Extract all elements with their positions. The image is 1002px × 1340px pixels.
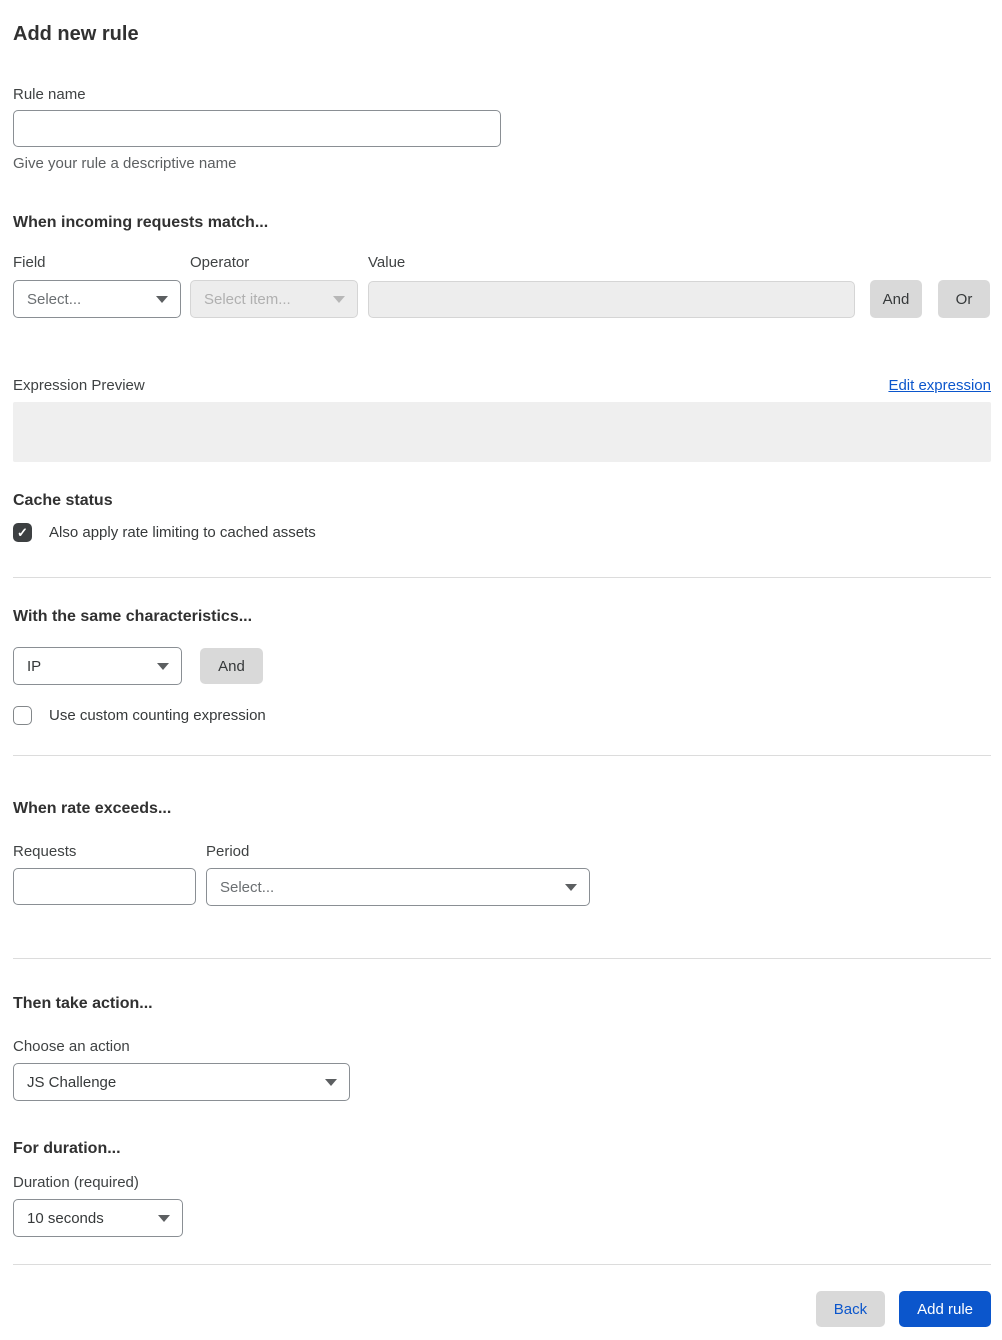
chevron-down-icon [156, 295, 168, 303]
characteristics-and-button[interactable]: And [200, 648, 263, 684]
value-input [368, 280, 855, 318]
section-divider [13, 577, 991, 578]
action-heading: Then take action... [13, 995, 153, 1012]
period-select[interactable]: Select... [206, 868, 590, 906]
characteristics-heading: With the same characteristics... [13, 608, 253, 625]
rate-heading: When rate exceeds... [13, 800, 172, 817]
field-select[interactable]: Select... [13, 280, 181, 318]
action-select-value: JS Challenge [27, 1073, 117, 1091]
duration-select[interactable]: 10 seconds [13, 1199, 183, 1237]
chevron-down-icon [157, 662, 169, 670]
operator-label: Operator [190, 254, 250, 271]
cached-assets-checkbox[interactable]: ✓ [13, 523, 32, 542]
chevron-down-icon [333, 295, 345, 303]
operator-select-value: Select item... [204, 290, 291, 308]
duration-select-value: 10 seconds [27, 1209, 104, 1227]
cached-assets-checkbox-label: Also apply rate limiting to cached asset… [49, 524, 316, 541]
period-select-value: Select... [220, 878, 275, 896]
rule-name-label: Rule name [13, 86, 86, 103]
custom-counting-checkbox-label: Use custom counting expression [49, 707, 266, 724]
choose-action-label: Choose an action [13, 1038, 130, 1055]
add-rule-button[interactable]: Add rule [899, 1291, 991, 1327]
section-divider [13, 1264, 991, 1265]
chevron-down-icon [325, 1078, 337, 1086]
period-label: Period [206, 843, 250, 860]
requests-input[interactable] [13, 868, 196, 905]
add-rule-form: Add new rule Rule name Give your rule a … [0, 0, 1002, 1327]
section-divider [13, 755, 991, 756]
chevron-down-icon [158, 1214, 170, 1222]
check-icon: ✓ [17, 524, 28, 540]
expression-preview-label: Expression Preview [13, 377, 145, 394]
chevron-down-icon [565, 883, 577, 891]
characteristic-select-value: IP [27, 657, 42, 675]
cache-status-heading: Cache status [13, 492, 113, 509]
edit-expression-link[interactable]: Edit expression [888, 376, 991, 395]
duration-label: Duration (required) [13, 1174, 139, 1191]
operator-select: Select item... [190, 280, 358, 318]
duration-heading: For duration... [13, 1140, 121, 1157]
rule-name-input[interactable] [13, 110, 501, 147]
value-label: Value [368, 254, 406, 271]
rule-name-helper: Give your rule a descriptive name [13, 155, 237, 172]
section-divider [13, 958, 991, 959]
requests-label: Requests [13, 843, 77, 860]
action-select[interactable]: JS Challenge [13, 1063, 350, 1101]
page-title: Add new rule [13, 23, 139, 45]
field-label: Field [13, 254, 46, 271]
custom-counting-checkbox[interactable] [13, 706, 32, 725]
match-section-heading: When incoming requests match... [13, 214, 269, 231]
field-select-value: Select... [27, 290, 82, 308]
back-button[interactable]: Back [815, 1291, 886, 1327]
and-button[interactable]: And [870, 280, 922, 318]
characteristic-select[interactable]: IP [13, 647, 182, 685]
or-button[interactable]: Or [938, 280, 990, 318]
expression-preview-box [13, 402, 991, 462]
footer-actions: Back Add rule [13, 1291, 991, 1327]
